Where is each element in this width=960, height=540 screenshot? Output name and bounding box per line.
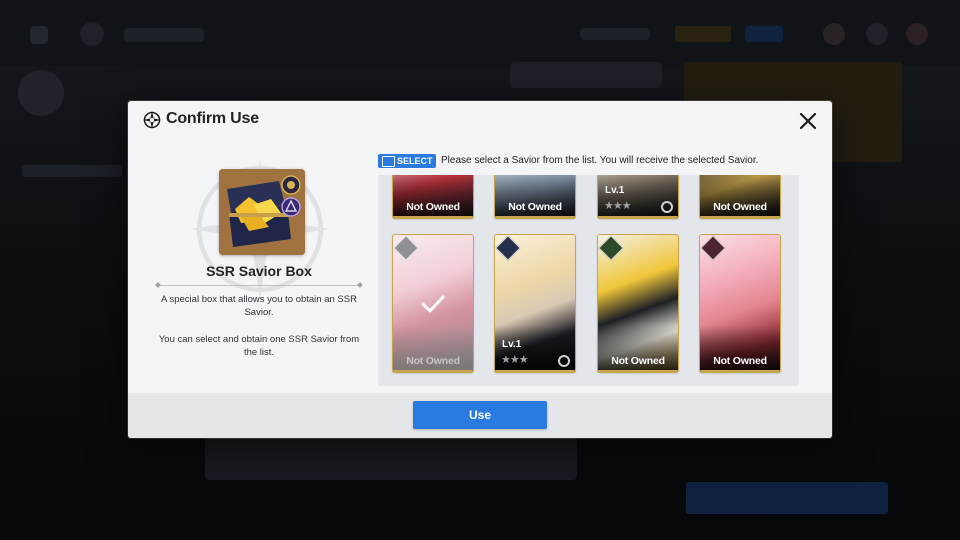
select-badge: SELECT <box>378 154 436 168</box>
item-divider <box>158 285 360 286</box>
compass-star-icon <box>143 111 161 129</box>
card-status: Not Owned <box>406 201 460 213</box>
treasure-chest-icon <box>219 169 305 255</box>
card-status: Not Owned <box>508 201 562 213</box>
confirm-use-dialog: Confirm Use SSR Savior Box A special box… <box>128 101 832 438</box>
savior-card[interactable]: Lv.1 ★★★ <box>598 175 678 218</box>
savior-card[interactable]: Not Owned <box>598 235 678 372</box>
card-stars: ★★★ <box>604 200 632 212</box>
item-description-secondary: You can select and obtain one SSR Savior… <box>158 334 360 358</box>
background-avatar <box>18 70 64 116</box>
select-badge-label: SELECT <box>397 156 433 166</box>
item-info-panel: SSR Savior Box A special box that allows… <box>152 149 366 389</box>
card-status: Not Owned <box>611 355 665 367</box>
checkmark-icon <box>421 295 445 313</box>
savior-grid[interactable]: Not Owned Not Owned Lv.1 ★★★ Not Owned N… <box>378 175 799 386</box>
card-status: Not Owned <box>713 201 767 213</box>
card-frame-bar <box>700 370 780 372</box>
use-button[interactable]: Use <box>413 401 547 429</box>
card-status: Not Owned <box>713 355 767 367</box>
savior-card-selected[interactable]: Not Owned <box>393 235 473 372</box>
card-frame-bar <box>495 370 575 372</box>
dialog-title: Confirm Use <box>166 110 259 127</box>
background-currency <box>580 28 650 40</box>
background-mail-icon <box>823 23 845 45</box>
background-profile-icon <box>906 23 928 45</box>
savior-card[interactable]: Not Owned <box>700 235 780 372</box>
selection-instruction-row: SELECT Please select a Savior from the l… <box>378 153 818 169</box>
card-level: Lv.1 <box>502 339 522 350</box>
card-frame-bar <box>393 370 473 372</box>
background-back-icon <box>30 26 48 44</box>
checkbox-icon <box>382 156 395 167</box>
background-action-button <box>686 482 888 514</box>
background-gem-currency <box>745 26 783 42</box>
savior-card[interactable]: Not Owned <box>700 175 780 218</box>
card-status: Not Owned <box>406 355 460 367</box>
background-gold-currency <box>675 26 731 42</box>
card-frame-bar <box>598 370 678 372</box>
savior-card[interactable]: Lv.1 ★★★ <box>495 235 575 372</box>
card-frame-bar <box>598 216 678 218</box>
item-name: SSR Savior Box <box>206 263 312 279</box>
card-frame-bar <box>393 216 473 218</box>
card-frame-bar <box>495 216 575 218</box>
background-icon-row <box>205 438 577 480</box>
savior-card[interactable]: Not Owned <box>495 175 575 218</box>
burst-icon <box>661 201 673 213</box>
background-list-item <box>22 165 122 177</box>
dialog-header: Confirm Use <box>128 101 832 139</box>
burst-icon <box>558 355 570 367</box>
item-description: A special box that allows you to obtain … <box>161 294 357 318</box>
background-title-block <box>124 28 204 42</box>
card-frame-bar <box>700 216 780 218</box>
background-menu-icon <box>866 23 888 45</box>
savior-card[interactable]: Not Owned <box>393 175 473 218</box>
close-icon[interactable] <box>797 110 819 132</box>
card-stars: ★★★ <box>501 354 529 366</box>
background-home-icon <box>80 22 104 46</box>
card-level: Lv.1 <box>605 185 625 196</box>
background-tab <box>510 62 662 88</box>
dialog-footer: Use <box>128 393 832 438</box>
selection-instruction: Please select a Savior from the list. Yo… <box>441 155 759 166</box>
